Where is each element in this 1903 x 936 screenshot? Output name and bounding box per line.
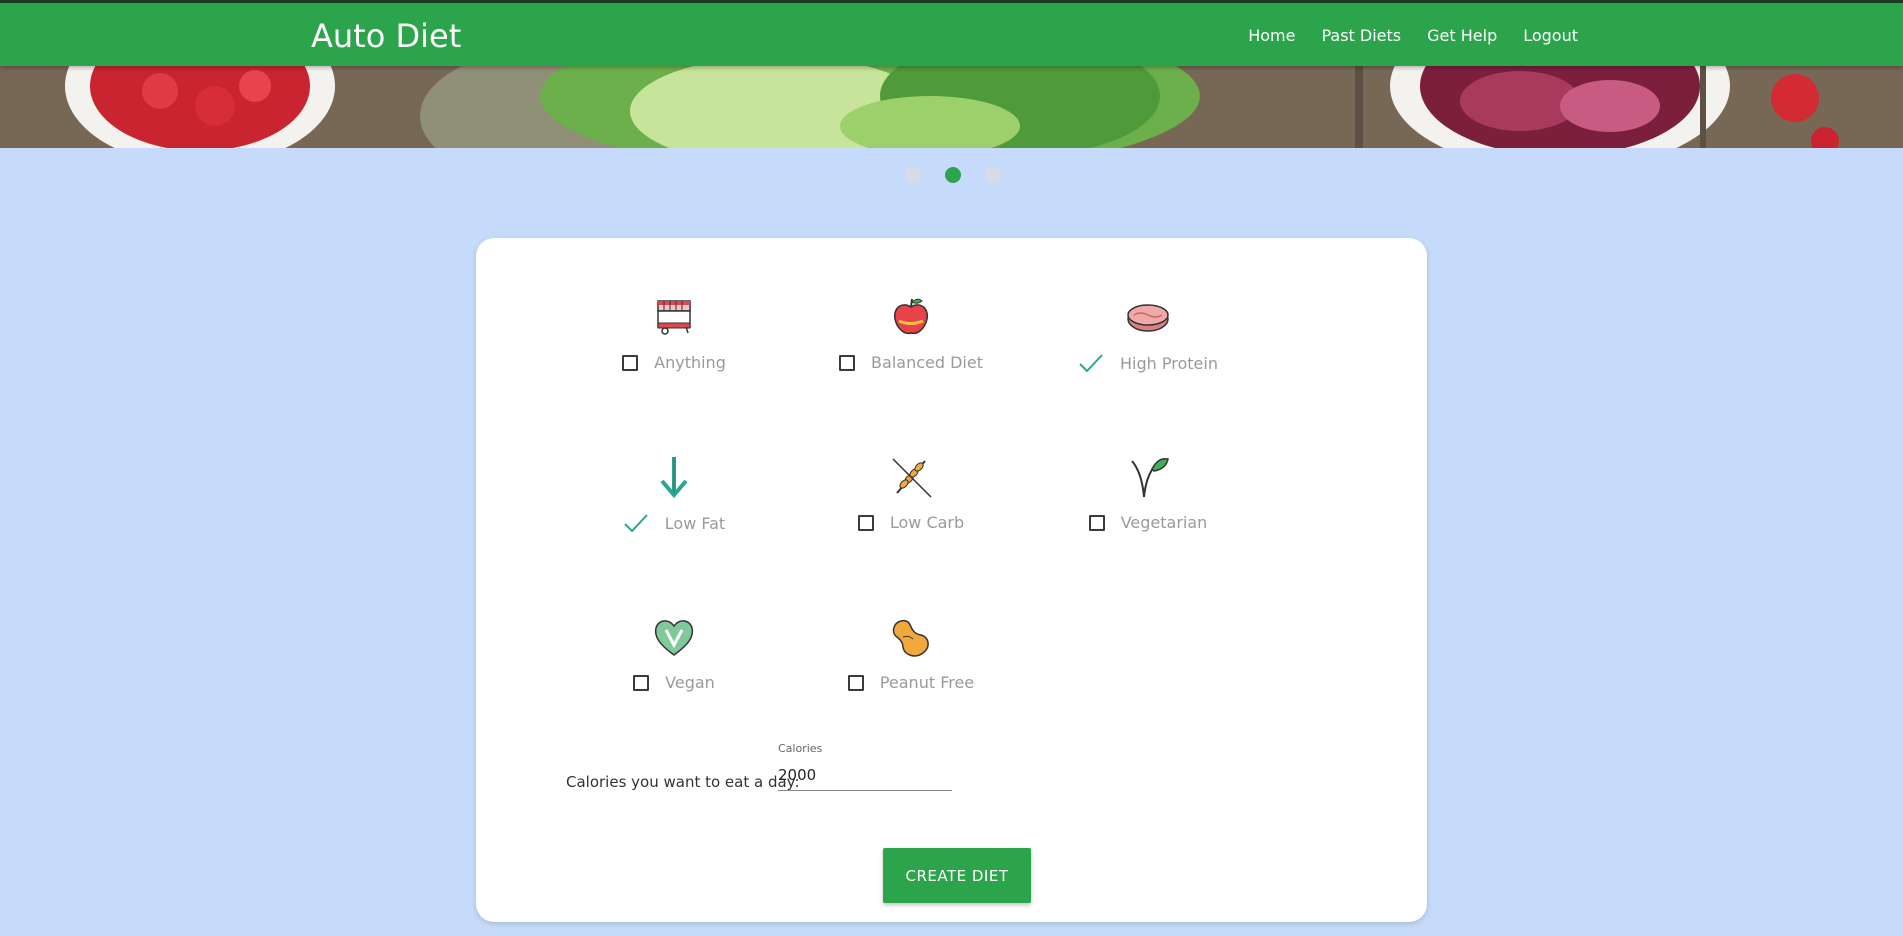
low-fat-label: Low Fat (664, 513, 726, 533)
carousel-dot-3[interactable] (985, 167, 1001, 183)
low-fat-check-icon[interactable] (623, 513, 649, 533)
nav-home[interactable]: Home (1248, 26, 1295, 45)
hero-banner-image (0, 66, 1903, 148)
option-vegan: Vegan (574, 613, 774, 723)
vegan-label: Vegan (665, 673, 715, 692)
vegetarian-checkbox[interactable] (1088, 514, 1105, 531)
option-anything: Anything (574, 293, 774, 403)
calories-prompt-label: Calories you want to eat a day: (566, 773, 800, 791)
food-cart-icon (657, 300, 691, 335)
no-wheat-icon (892, 458, 932, 498)
carousel-dot-1[interactable] (905, 167, 921, 183)
calories-input[interactable] (778, 760, 952, 791)
nav-links: Home Past Diets Get Help Logout (1248, 26, 1578, 45)
calories-field-label: Calories (778, 742, 823, 755)
high-protein-label: High Protein (1120, 353, 1218, 373)
peanut-free-checkbox[interactable] (847, 674, 864, 691)
option-balanced-diet: Balanced Diet (811, 293, 1011, 403)
nav-get-help[interactable]: Get Help (1427, 26, 1497, 45)
nav-logout[interactable]: Logout (1523, 26, 1578, 45)
high-protein-check-icon[interactable] (1078, 353, 1104, 373)
sprout-icon (1131, 457, 1169, 498)
anything-checkbox[interactable] (622, 354, 639, 371)
peanut-icon (892, 619, 929, 657)
create-diet-button[interactable]: CREATE DIET (883, 848, 1031, 903)
option-low-fat: Low Fat (574, 453, 774, 563)
vegan-heart-icon (654, 620, 694, 656)
anything-label: Anything (654, 353, 726, 372)
low-carb-label: Low Carb (889, 513, 965, 532)
peanut-free-label: Peanut Free (879, 673, 975, 692)
option-low-carb: Low Carb (811, 453, 1011, 563)
option-peanut-free: Peanut Free (811, 613, 1011, 723)
option-vegetarian: Vegetarian (1048, 453, 1248, 563)
carousel-indicators (905, 167, 1001, 183)
vegan-checkbox[interactable] (633, 674, 650, 691)
nav-past-diets[interactable]: Past Diets (1321, 26, 1401, 45)
vegetarian-label: Vegetarian (1120, 513, 1208, 532)
diet-options-card: Anything Balanced Diet High Protein Low … (476, 238, 1427, 922)
low-carb-checkbox[interactable] (857, 514, 874, 531)
carousel-dot-2-active[interactable] (945, 167, 961, 183)
steak-icon (1127, 304, 1169, 332)
balanced-diet-label: Balanced Diet (871, 353, 983, 372)
brand-logo[interactable]: Auto Diet (311, 17, 461, 55)
top-navbar: Auto Diet Home Past Diets Get Help Logou… (0, 0, 1903, 66)
apple-icon (893, 298, 929, 335)
down-arrow-icon (660, 457, 688, 499)
option-high-protein: High Protein (1048, 293, 1248, 403)
balanced-diet-checkbox[interactable] (839, 354, 856, 371)
